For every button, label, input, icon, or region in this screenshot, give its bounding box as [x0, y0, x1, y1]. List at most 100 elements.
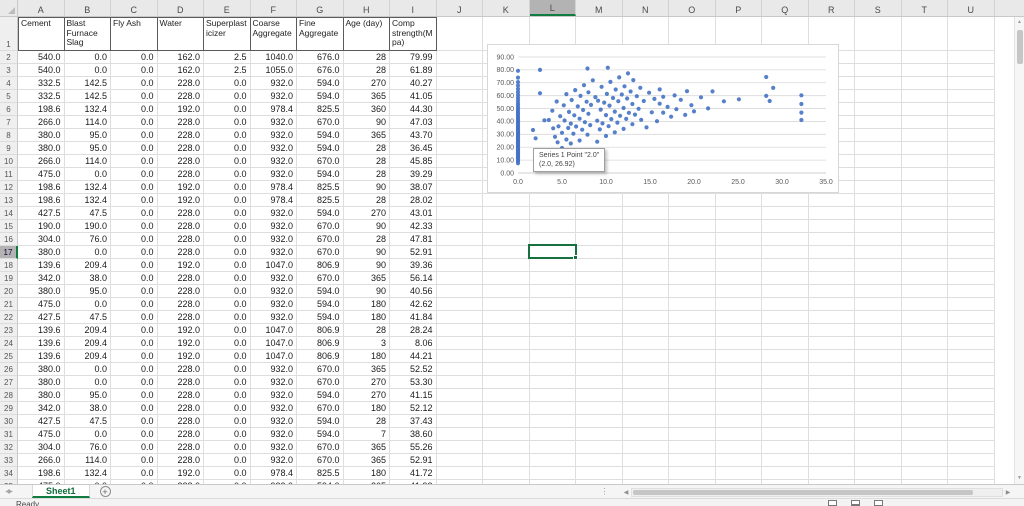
- cell-I16[interactable]: 47.81: [390, 232, 437, 246]
- cell-H2[interactable]: 28: [343, 50, 390, 64]
- cell-B17[interactable]: 0.0: [64, 245, 111, 259]
- cell-S21[interactable]: [855, 297, 902, 311]
- cell-D13[interactable]: 192.0: [157, 193, 204, 207]
- cell-K22[interactable]: [483, 310, 530, 324]
- column-header-G[interactable]: G: [297, 0, 344, 16]
- fill-handle[interactable]: [573, 255, 578, 260]
- scatter-point[interactable]: [554, 99, 559, 104]
- cell-I32[interactable]: 55.26: [390, 440, 437, 454]
- cell-C17[interactable]: 0.0: [111, 245, 158, 259]
- cell-A5[interactable]: 332.5: [18, 89, 65, 103]
- cell-Q25[interactable]: [762, 349, 809, 363]
- cell-C28[interactable]: 0.0: [111, 388, 158, 402]
- cell-N34[interactable]: [622, 466, 669, 480]
- cell-B5[interactable]: 142.5: [64, 89, 111, 103]
- scatter-point[interactable]: [630, 122, 635, 127]
- scatter-point[interactable]: [612, 130, 617, 135]
- cell-C30[interactable]: 0.0: [111, 414, 158, 428]
- cell-U16[interactable]: [948, 232, 995, 246]
- cell-Q19[interactable]: [762, 271, 809, 285]
- cell-M27[interactable]: [576, 375, 623, 389]
- cell-F13[interactable]: 978.4: [250, 193, 297, 207]
- cell-B21[interactable]: 0.0: [64, 297, 111, 311]
- scatter-point[interactable]: [578, 93, 583, 98]
- cell-J10[interactable]: [436, 154, 483, 168]
- cell-R27[interactable]: [808, 375, 855, 389]
- cell-T27[interactable]: [901, 375, 948, 389]
- cell-C25[interactable]: 0.0: [111, 349, 158, 363]
- cell-N28[interactable]: [622, 388, 669, 402]
- cell-S32[interactable]: [855, 440, 902, 454]
- cell-P33[interactable]: [715, 453, 762, 467]
- cell-I27[interactable]: 53.30: [390, 375, 437, 389]
- row-header-22[interactable]: 22: [0, 310, 18, 324]
- cell-J27[interactable]: [436, 375, 483, 389]
- cell-U3[interactable]: [948, 63, 995, 77]
- cell-C10[interactable]: 0.0: [111, 154, 158, 168]
- cell-J18[interactable]: [436, 258, 483, 272]
- cell-C16[interactable]: 0.0: [111, 232, 158, 246]
- cell-D2[interactable]: 162.0: [157, 50, 204, 64]
- cell-O16[interactable]: [669, 232, 716, 246]
- cell-A27[interactable]: 380.0: [18, 375, 65, 389]
- column-header-H[interactable]: H: [344, 0, 390, 16]
- scatter-point[interactable]: [550, 108, 555, 113]
- scatter-point[interactable]: [669, 114, 674, 119]
- row-header-10[interactable]: 10: [0, 154, 18, 168]
- row-header-30[interactable]: 30: [0, 414, 18, 428]
- cell-U2[interactable]: [948, 50, 995, 64]
- cell-A31[interactable]: 475.0: [18, 427, 65, 441]
- cell-M30[interactable]: [576, 414, 623, 428]
- cell-F32[interactable]: 932.0: [250, 440, 297, 454]
- cell-T3[interactable]: [901, 63, 948, 77]
- cell-I12[interactable]: 38.07: [390, 180, 437, 194]
- cell-I24[interactable]: 8.06: [390, 336, 437, 350]
- cell-O30[interactable]: [669, 414, 716, 428]
- cell-J34[interactable]: [436, 466, 483, 480]
- cell-B29[interactable]: 38.0: [64, 401, 111, 415]
- cell-H1[interactable]: Age (day): [343, 17, 390, 51]
- cell-N17[interactable]: [622, 245, 669, 259]
- cell-U30[interactable]: [948, 414, 995, 428]
- scatter-point[interactable]: [609, 117, 614, 122]
- cell-U7[interactable]: [948, 115, 995, 129]
- cell-R34[interactable]: [808, 466, 855, 480]
- cell-B12[interactable]: 132.4: [64, 180, 111, 194]
- cell-N18[interactable]: [622, 258, 669, 272]
- scatter-point[interactable]: [515, 68, 521, 73]
- cell-R19[interactable]: [808, 271, 855, 285]
- scatter-point[interactable]: [721, 99, 726, 104]
- cell-O32[interactable]: [669, 440, 716, 454]
- scatter-point[interactable]: [624, 116, 629, 121]
- column-header-Q[interactable]: Q: [762, 0, 809, 16]
- cell-L18[interactable]: [529, 258, 576, 272]
- cell-I6[interactable]: 44.30: [390, 102, 437, 116]
- cell-J12[interactable]: [436, 180, 483, 194]
- cell-O19[interactable]: [669, 271, 716, 285]
- cell-B1[interactable]: Blast Furnace Slag: [64, 17, 111, 51]
- cell-F21[interactable]: 932.0: [250, 297, 297, 311]
- cell-T23[interactable]: [901, 323, 948, 337]
- cell-T26[interactable]: [901, 362, 948, 376]
- cell-J8[interactable]: [436, 128, 483, 142]
- cell-D28[interactable]: 228.0: [157, 388, 204, 402]
- scatter-point[interactable]: [564, 92, 569, 97]
- cell-N13[interactable]: [622, 193, 669, 207]
- cell-G11[interactable]: 594.0: [297, 167, 344, 181]
- cell-A18[interactable]: 139.6: [18, 258, 65, 272]
- scatter-point[interactable]: [621, 126, 626, 131]
- cell-O21[interactable]: [669, 297, 716, 311]
- scatter-point[interactable]: [684, 89, 690, 94]
- cell-K27[interactable]: [483, 375, 530, 389]
- scroll-up-arrow-icon[interactable]: ▲: [1015, 17, 1024, 28]
- cell-D23[interactable]: 192.0: [157, 323, 204, 337]
- column-header-B[interactable]: B: [65, 0, 111, 16]
- cell-O14[interactable]: [669, 206, 716, 220]
- cell-S13[interactable]: [855, 193, 902, 207]
- column-header-M[interactable]: M: [576, 0, 623, 16]
- cell-E3[interactable]: 2.5: [204, 63, 251, 77]
- cell-Q16[interactable]: [762, 232, 809, 246]
- cell-F25[interactable]: 1047.0: [250, 349, 297, 363]
- row-header-9[interactable]: 9: [0, 141, 18, 155]
- cell-P20[interactable]: [715, 284, 762, 298]
